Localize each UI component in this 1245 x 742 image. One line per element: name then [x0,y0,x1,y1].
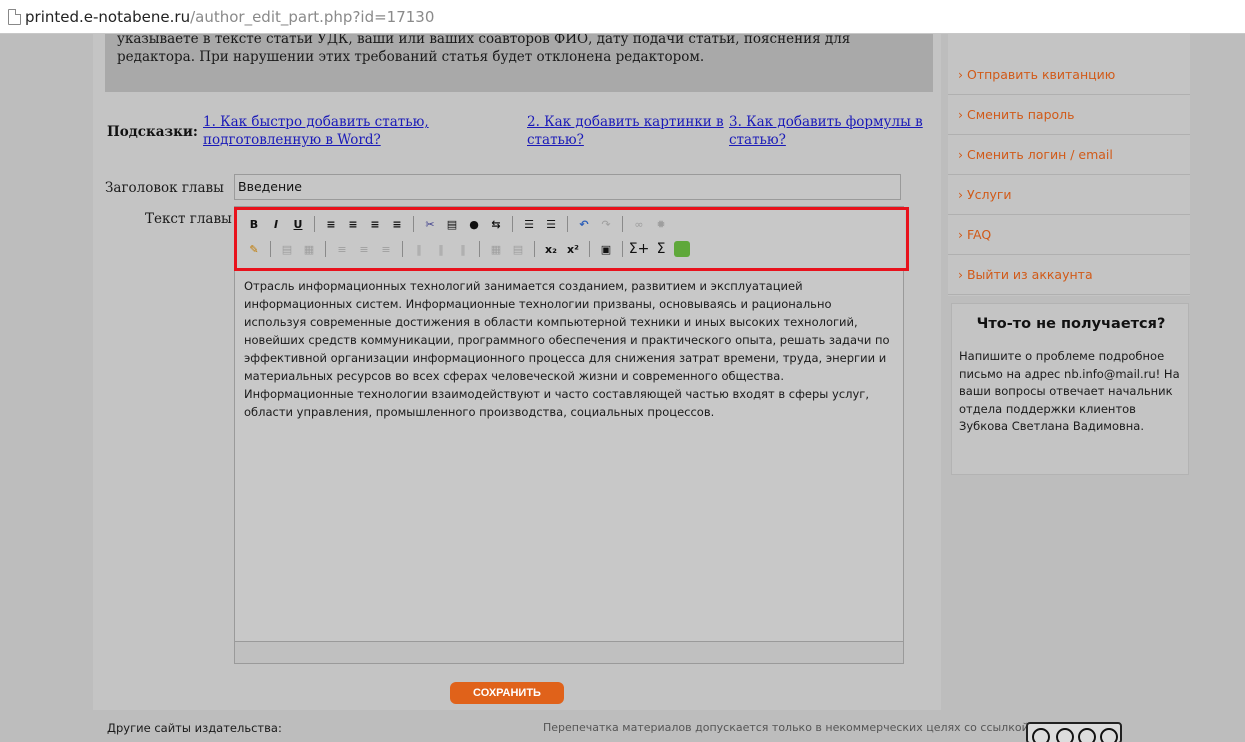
help-text: Напишите о проблеме подробное письмо на … [959,349,1180,433]
notice-line-1: указываете в тексте статьи УДК, ваши или… [117,34,851,47]
sidebar-item-label: Сменить пароль [966,107,1075,122]
chapter-title-input[interactable]: Введение [234,174,901,200]
nc-circle-icon [1078,728,1096,742]
main-content: указываете в тексте статьи УДК, ваши или… [93,34,941,710]
toolbar-highlight-frame [234,207,909,271]
chapter-text-area[interactable]: Отрасль информационных технологий занима… [235,273,903,641]
url-path: /author_edit_part.php?id=17130 [190,7,435,26]
hint-link-formulas[interactable]: 3. Как добавить формулы в статью? [729,113,929,149]
editor-status-bar [235,641,903,663]
sidebar-menu: › Отправить квитанцию › Сменить пароль ›… [948,34,1190,296]
cc-circle-icon [1032,728,1050,742]
creative-commons-icon[interactable] [1026,722,1122,742]
sidebar-item-change-password[interactable]: › Сменить пароль [948,95,1190,135]
url-host: printed.e-notabene.ru [25,7,191,26]
sidebar-item-label: Сменить логин / email [966,147,1113,162]
page-icon [8,8,21,25]
address-bar[interactable]: printed.e-notabene.ru/author_edit_part.p… [0,0,1245,34]
sidebar-item-services[interactable]: › Услуги [948,175,1190,215]
sidebar-item-logout[interactable]: › Выйти из аккаунта [948,255,1190,295]
sidebar-item-label: Отправить квитанцию [966,67,1116,82]
save-button[interactable]: СОХРАНИТЬ [450,682,564,704]
hint-link-word[interactable]: 1. Как быстро добавить статью, подготовл… [203,113,503,149]
chapter-title-label: Заголовок главы [105,180,224,196]
help-box: Что-то не получается? Напишите о проблем… [951,303,1189,475]
sidebar-item-faq[interactable]: › FAQ [948,215,1190,255]
requirements-notice: указываете в тексте статьи УДК, ваши или… [105,34,933,92]
sidebar-item-change-login[interactable]: › Сменить логин / email [948,135,1190,175]
sidebar-item-label: Выйти из аккаунта [966,267,1093,282]
sidebar-item-label: FAQ [966,227,992,242]
sidebar-item-label: Услуги [966,187,1012,202]
sidebar-item-send-receipt[interactable]: › Отправить квитанцию [948,55,1190,95]
rich-text-editor: B I U ≡ ≡ ≡ ≡ ✂ ▤ ● ⇆ ☰ ☰ ↶ ↷ ∞ ✹ ✎ ▤ ▦ … [234,206,905,664]
footer-other-sites: Другие сайты издательства: [107,721,282,735]
notice-line-2: редактора. При нарушении этих требований… [117,49,705,65]
hint-link-images[interactable]: 2. Как добавить картинки в статью? [527,113,727,149]
footer-copyright: Перепечатка материалов допускается тольк… [543,721,1029,734]
nd-circle-icon [1100,728,1118,742]
chapter-text-label: Текст главы [145,211,232,227]
help-title: Что-то не получается? [976,316,1166,332]
hints-label: Подсказки: [107,124,198,140]
by-circle-icon [1056,728,1074,742]
